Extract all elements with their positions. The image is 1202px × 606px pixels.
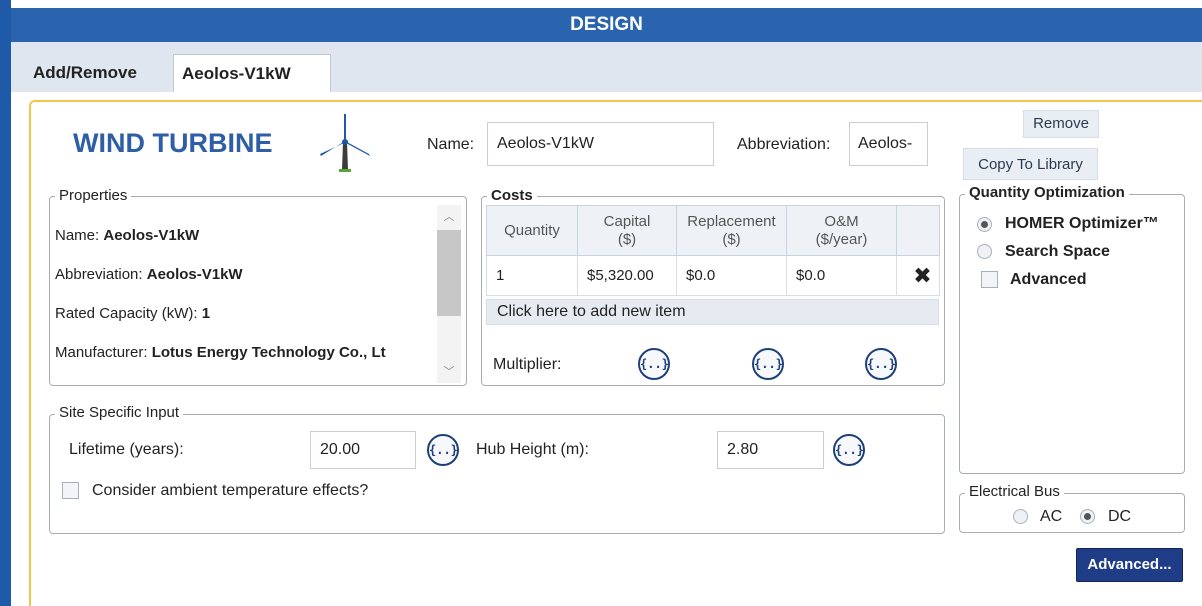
dc-label: DC bbox=[1108, 508, 1132, 525]
delete-row-icon[interactable]: ✖ bbox=[896, 255, 940, 296]
window-left-edge bbox=[0, 0, 11, 606]
properties-list: Name: Aeolos-V1kW Abbreviation: Aeolos-V… bbox=[55, 222, 435, 380]
site-input-legend: Site Specific Input bbox=[55, 404, 184, 421]
advanced-checkbox[interactable] bbox=[981, 271, 998, 288]
tab-strip: Add/Remove Aeolos-V1kW bbox=[11, 42, 1202, 92]
quantity-optimization-group bbox=[959, 194, 1185, 474]
multiplier-label: Multiplier: bbox=[493, 356, 562, 373]
abbreviation-field[interactable] bbox=[849, 122, 928, 166]
abbreviation-label: Abbreviation: bbox=[737, 136, 831, 153]
property-rated-capacity: Rated Capacity (kW): 1 bbox=[55, 305, 211, 322]
properties-scroll-thumb[interactable] bbox=[437, 230, 461, 316]
property-abbreviation: Abbreviation: Aeolos-V1kW bbox=[55, 266, 243, 283]
cell-quantity[interactable]: 1 bbox=[486, 255, 578, 296]
replacement-multiplier-button[interactable]: {..} bbox=[752, 348, 784, 380]
name-label: Name: bbox=[427, 136, 475, 153]
header-om: O&M ($/year) bbox=[786, 205, 897, 256]
lifetime-sensitivity-button[interactable]: {..} bbox=[427, 434, 459, 466]
costs-table: Quantity Capital ($) Replacement ($) O&M ($… bbox=[486, 205, 940, 296]
property-name: Name: Aeolos-V1kW bbox=[55, 227, 200, 244]
property-manufacturer: Manufacturer: Lotus Energy Technology Co… bbox=[55, 344, 386, 361]
header-quantity: Quantity bbox=[486, 205, 578, 256]
hub-height-field[interactable] bbox=[717, 431, 824, 469]
costs-header-row: Quantity Capital ($) Replacement ($) O&M ($… bbox=[486, 205, 940, 256]
advanced-button[interactable]: Advanced... bbox=[1076, 548, 1183, 582]
table-row: 1 $5,320.00 $0.0 $0.0 ✖ bbox=[486, 255, 940, 296]
advanced-checkbox-label: Advanced bbox=[1010, 271, 1087, 288]
ac-label: AC bbox=[1040, 508, 1063, 525]
window-title: DESIGN bbox=[11, 8, 1202, 42]
lifetime-field[interactable] bbox=[310, 431, 416, 469]
tab-aeolos-v1kw[interactable]: Aeolos-V1kW bbox=[173, 54, 331, 92]
homer-optimizer-label: HOMER Optimizer™ bbox=[1005, 215, 1159, 232]
name-field[interactable] bbox=[487, 122, 714, 166]
header-replacement: Replacement ($) bbox=[676, 205, 787, 256]
lifetime-label: Lifetime (years): bbox=[69, 441, 184, 458]
cell-replacement[interactable]: $0.0 bbox=[676, 255, 787, 296]
add-new-item-row[interactable]: Click here to add new item bbox=[486, 299, 939, 325]
search-space-radio[interactable] bbox=[977, 244, 992, 259]
ambient-temperature-checkbox[interactable] bbox=[62, 482, 79, 499]
costs-legend: Costs bbox=[487, 187, 537, 204]
wind-turbine-icon bbox=[320, 114, 370, 172]
tab-add-remove[interactable]: Add/Remove bbox=[25, 54, 145, 92]
header-actions bbox=[896, 205, 940, 256]
cell-capital[interactable]: $5,320.00 bbox=[577, 255, 677, 296]
header-capital: Capital ($) bbox=[577, 205, 677, 256]
copy-to-library-button[interactable]: Copy To Library bbox=[963, 148, 1098, 180]
hub-height-label: Hub Height (m): bbox=[476, 441, 589, 458]
hub-height-sensitivity-button[interactable]: {..} bbox=[833, 434, 865, 466]
remove-button[interactable]: Remove bbox=[1023, 110, 1099, 138]
dc-radio[interactable] bbox=[1080, 509, 1095, 524]
quantity-optimization-legend: Quantity Optimization bbox=[965, 184, 1129, 201]
capital-multiplier-button[interactable]: {..} bbox=[638, 348, 670, 380]
homer-optimizer-radio[interactable] bbox=[977, 217, 992, 232]
search-space-label: Search Space bbox=[1005, 243, 1110, 260]
properties-legend: Properties bbox=[55, 187, 132, 204]
electrical-bus-legend: Electrical Bus bbox=[965, 483, 1064, 500]
cell-om[interactable]: $0.0 bbox=[786, 255, 897, 296]
om-multiplier-button[interactable]: {..} bbox=[865, 348, 897, 380]
scroll-up-icon[interactable]: ︿ bbox=[437, 208, 461, 224]
scroll-down-icon[interactable]: ﹀ bbox=[437, 363, 461, 379]
component-heading: WIND TURBINE bbox=[73, 128, 273, 158]
ac-radio[interactable] bbox=[1013, 509, 1028, 524]
ambient-temperature-label: Consider ambient temperature effects? bbox=[92, 482, 369, 499]
